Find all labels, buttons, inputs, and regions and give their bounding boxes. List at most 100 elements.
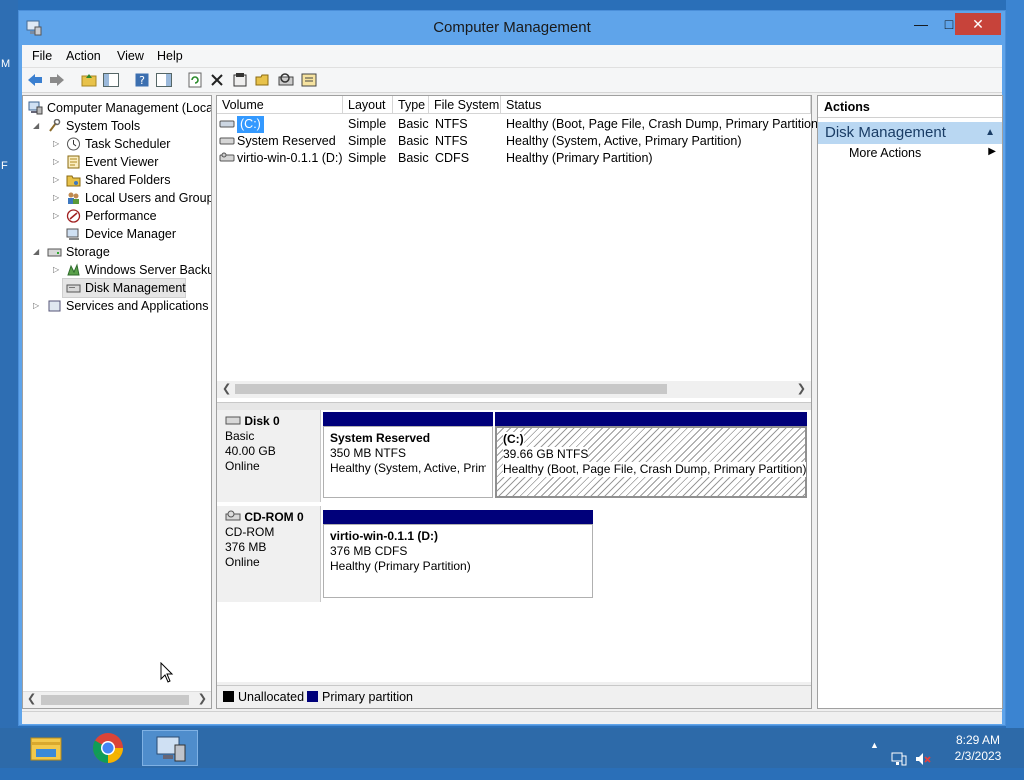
submenu-arrow-icon[interactable]: ▶ [988, 146, 996, 157]
menu-file[interactable]: File [32, 49, 52, 63]
cell-type: Basic [398, 134, 429, 148]
delete-icon[interactable] [208, 71, 226, 89]
disk-properties-icon[interactable] [300, 71, 318, 89]
expand-arrow-icon[interactable]: ▷ [53, 135, 63, 153]
cell-status: Healthy (Boot, Page File, Crash Dump, Pr… [506, 117, 823, 131]
forward-arrow-icon[interactable] [48, 71, 66, 89]
expand-arrow-icon[interactable]: ▷ [33, 297, 43, 315]
drive-icon [219, 137, 235, 145]
refresh-icon[interactable] [186, 71, 204, 89]
cell-volume: virtio-win-0.1.1 (D:) [237, 151, 343, 165]
column-header-type[interactable]: Type [393, 96, 429, 114]
up-folder-icon[interactable] [80, 71, 98, 89]
cell-type: Basic [398, 151, 429, 165]
partition-name: virtio-win-0.1.1 (D:) [330, 529, 439, 543]
volume-list-horizontal-scrollbar[interactable]: ❮ ❯ [217, 381, 811, 398]
expand-arrow-icon[interactable]: ▷ [53, 207, 63, 225]
partition-bar [323, 510, 593, 524]
back-arrow-icon[interactable] [26, 71, 44, 89]
disk-kind: CD-ROM [225, 525, 275, 539]
properties-icon[interactable] [231, 71, 249, 89]
expand-arrow-icon[interactable]: ▷ [53, 261, 63, 279]
column-header-status[interactable]: Status [501, 96, 811, 114]
clock-time: 8:29 AM [955, 733, 1001, 747]
volume-muted-icon[interactable] [914, 739, 932, 779]
scroll-right-arrow-icon[interactable]: ❯ [198, 692, 207, 705]
close-button[interactable]: ✕ [955, 13, 1001, 35]
disk-name: CD-ROM 0 [244, 510, 304, 524]
performance-icon [66, 209, 81, 223]
partition-virtio-win[interactable]: virtio-win-0.1.1 (D:) 376 MB CDFS Health… [323, 524, 593, 598]
actions-header: Actions [818, 96, 1002, 118]
cell-status: Healthy (Primary Partition) [506, 151, 653, 165]
disk-name: Disk 0 [244, 414, 280, 428]
expand-arrow-icon[interactable]: ▷ [53, 171, 63, 189]
disk-0-label[interactable]: Disk 0 Basic 40.00 GB Online [217, 410, 321, 502]
disk-state: Online [225, 459, 260, 473]
cell-volume: (C:) [237, 116, 264, 133]
taskbar-chrome[interactable] [80, 730, 136, 766]
title-bar[interactable]: Computer Management — □ ✕ [19, 11, 1005, 45]
scroll-left-arrow-icon[interactable]: ❮ [27, 692, 36, 705]
partition-name: (C:) [503, 432, 524, 447]
window-title: Computer Management [433, 19, 591, 36]
network-icon[interactable] [890, 739, 908, 779]
tree-label: Services and Applications [66, 299, 209, 313]
partition-bar [323, 412, 493, 426]
tree-item-disk-management[interactable]: Disk Management [62, 278, 186, 298]
cell-file-system: NTFS [435, 134, 468, 148]
menu-action[interactable]: Action [66, 49, 101, 63]
column-header-volume[interactable]: Volume [217, 96, 343, 114]
server-manager-icon [156, 736, 186, 762]
disk-map: Disk 0 Basic 40.00 GB Online System Rese… [217, 410, 811, 682]
search-disk-icon[interactable] [277, 71, 295, 89]
expand-arrow-icon[interactable]: ▷ [53, 189, 63, 207]
cdrom-icon [219, 152, 235, 162]
more-actions-label: More Actions [849, 146, 922, 160]
expand-arrow-icon[interactable]: ▷ [53, 153, 63, 171]
cdrom-0-label[interactable]: CD-ROM 0 CD-ROM 376 MB Online [217, 506, 321, 602]
tree-label: Windows Server Backup [85, 263, 212, 277]
svg-text:?: ? [139, 74, 145, 87]
taskbar-file-explorer[interactable] [18, 730, 74, 766]
tree-label: Device Manager [85, 227, 177, 241]
more-actions-item[interactable]: More Actions [849, 146, 921, 160]
event-viewer-icon [67, 155, 80, 169]
desktop-glyph: F [1, 160, 8, 172]
collapse-up-icon[interactable]: ▲ [985, 122, 995, 144]
partition-c[interactable]: (C:) 39.66 GB NTFS Healthy (Boot, Page F… [495, 426, 807, 498]
tree-label: Computer Management (Local [47, 101, 212, 115]
scroll-right-arrow-icon[interactable]: ❯ [797, 382, 806, 395]
tree-label: Shared Folders [85, 173, 171, 187]
system-clock[interactable]: 8:29 AM 2/3/2023 [944, 732, 1012, 764]
show-hide-tree-icon[interactable] [102, 71, 120, 89]
help-icon[interactable]: ? [133, 71, 151, 89]
column-header-file-system[interactable]: File System [429, 96, 501, 114]
tree-label: Disk Management [85, 281, 186, 295]
cell-file-system: NTFS [435, 117, 468, 131]
tools-icon [49, 119, 61, 132]
tree-horizontal-scrollbar[interactable]: ❮ ❯ [23, 691, 211, 708]
clock-icon [67, 137, 80, 151]
show-hide-action-pane-icon[interactable] [155, 71, 173, 89]
collapse-arrow-icon[interactable]: ◢ [33, 117, 43, 135]
scroll-thumb[interactable] [41, 695, 189, 705]
partition-system-reserved[interactable]: System Reserved 350 MB NTFS Healthy (Sys… [323, 426, 493, 498]
collapse-arrow-icon[interactable]: ◢ [33, 243, 43, 261]
primary-partition-swatch [307, 691, 318, 702]
taskbar-computer-management[interactable] [142, 730, 198, 766]
menu-help[interactable]: Help [157, 49, 183, 63]
scroll-thumb[interactable] [235, 384, 667, 394]
menu-view[interactable]: View [117, 49, 144, 63]
computer-icon [28, 101, 43, 115]
backup-icon [67, 263, 80, 276]
scroll-left-arrow-icon[interactable]: ❮ [222, 382, 231, 395]
client-area: File Action View Help ? Computer Managem… [22, 45, 1003, 724]
actions-section-disk-management[interactable]: Disk Management ▲ [818, 122, 1002, 144]
navigation-tree: Computer Management (Local ◢ System Tool… [22, 95, 212, 709]
show-hidden-icons-icon[interactable]: ▲ [870, 740, 879, 780]
status-bar [22, 711, 1002, 724]
shared-folder-icon [66, 175, 81, 187]
column-header-layout[interactable]: Layout [343, 96, 393, 114]
open-folder-icon[interactable] [254, 71, 272, 89]
